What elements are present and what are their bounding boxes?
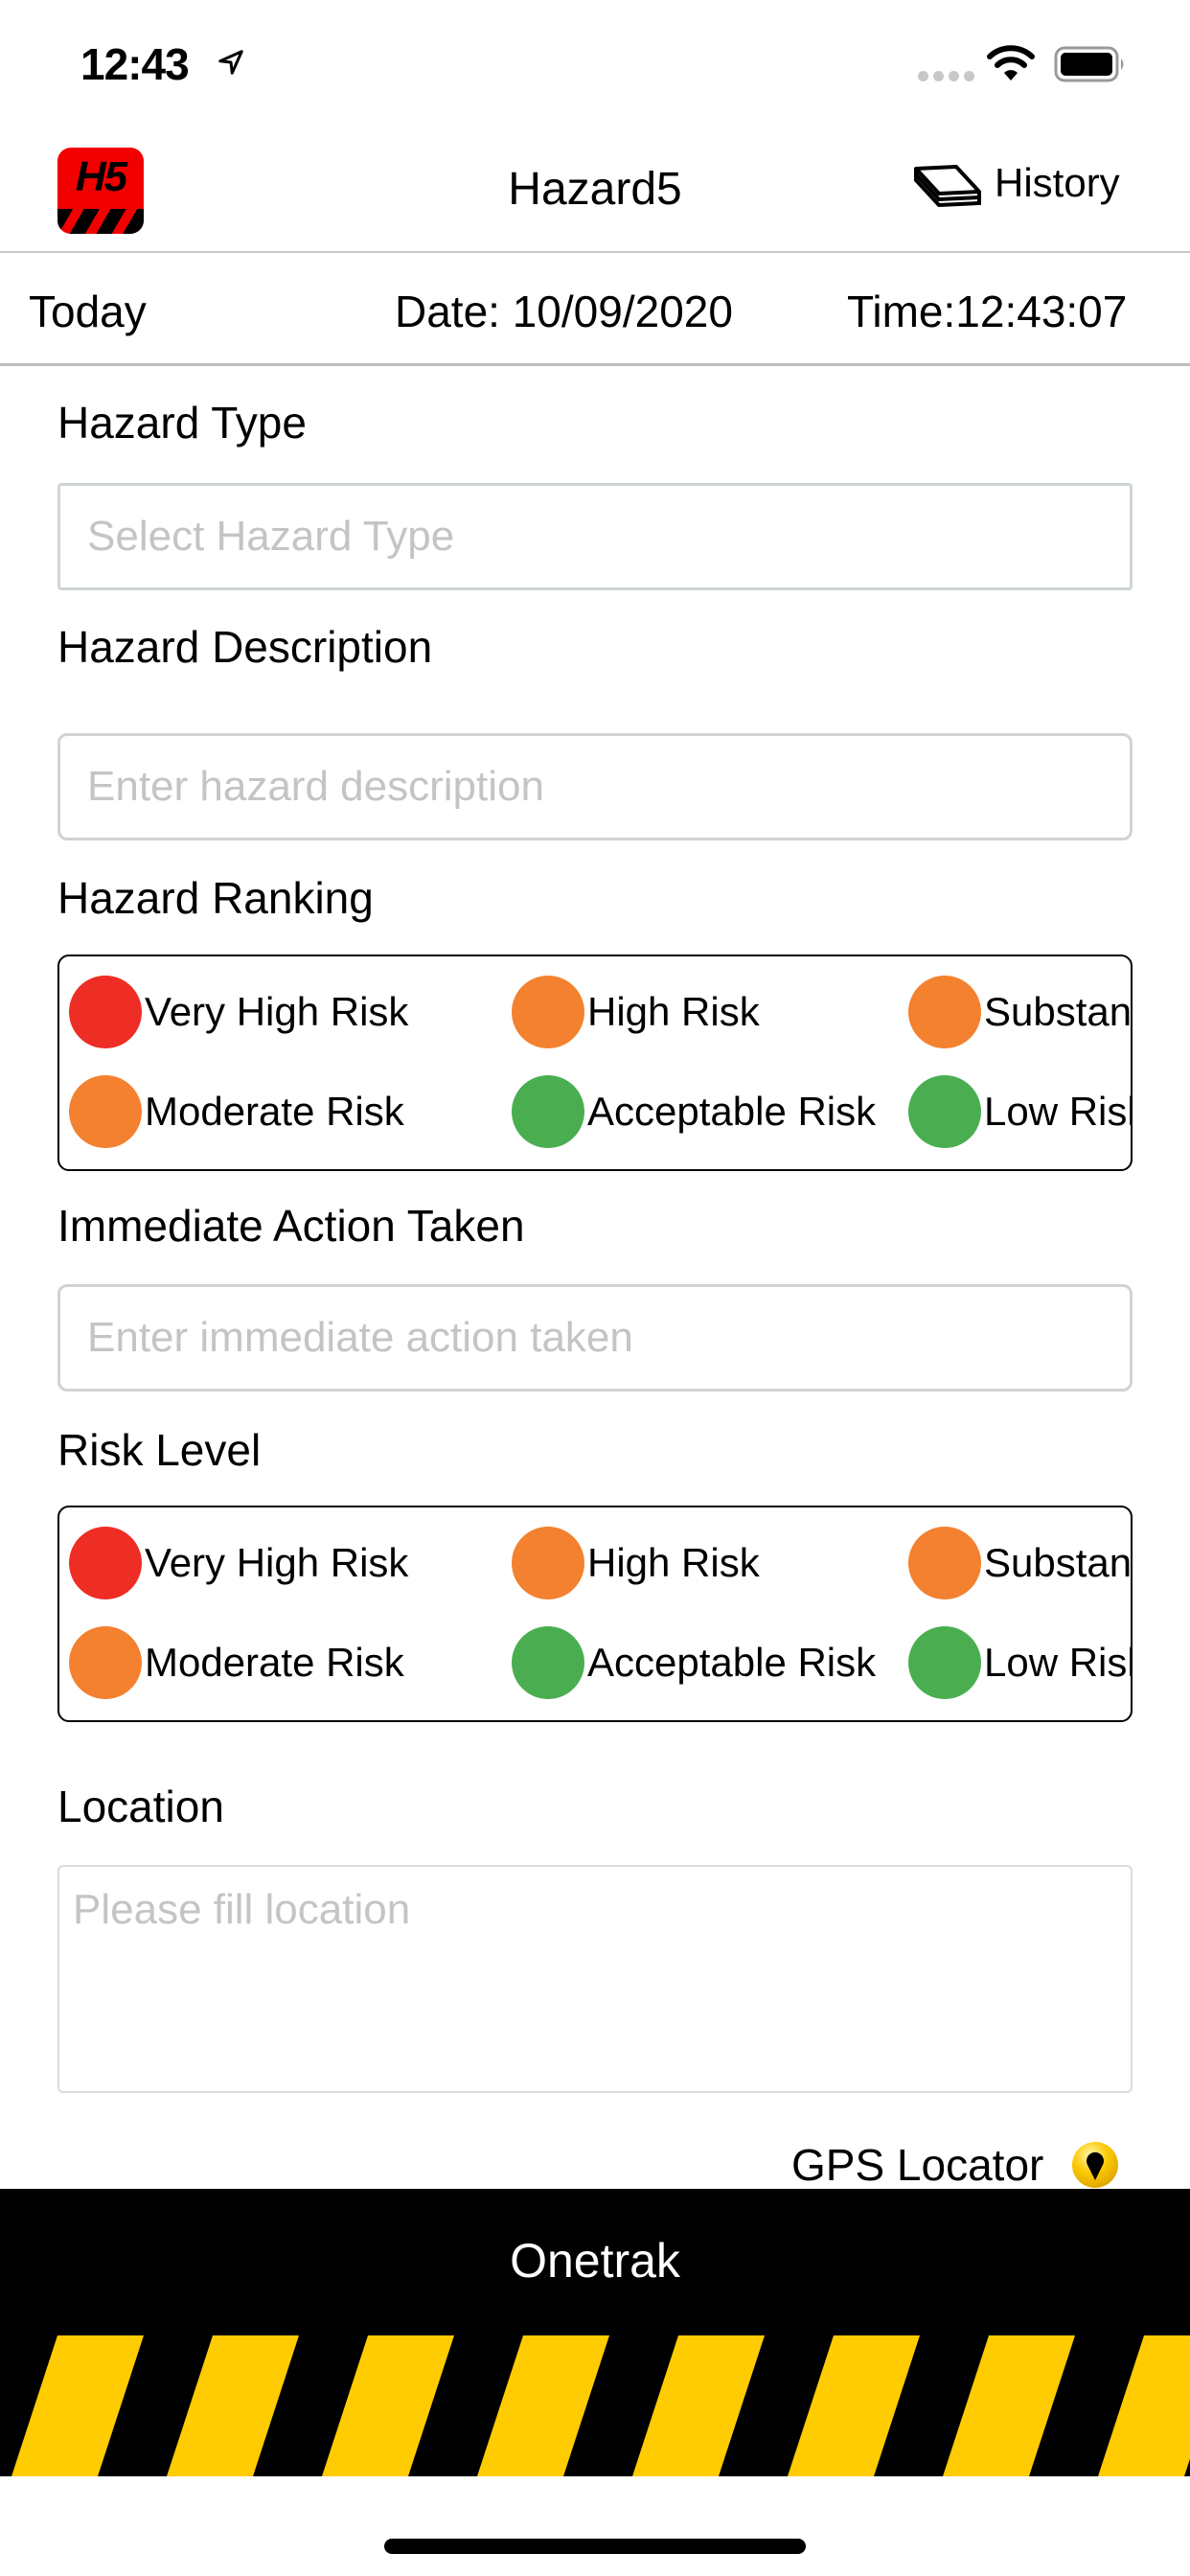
risk-dot-icon (512, 1527, 584, 1599)
time-value: Time:12:43:07 (847, 287, 1128, 336)
location-arrow-icon (218, 50, 243, 75)
hazard-ranking-option-moderate[interactable]: Moderate Risk (69, 1073, 404, 1150)
location-label: Location (57, 1782, 224, 1831)
risk-dot-icon (512, 976, 584, 1048)
risk-dot-icon (69, 976, 142, 1048)
hazard-stripes (0, 2335, 1190, 2476)
risk-dot-icon (69, 1626, 142, 1699)
option-label: Low Risk (984, 1640, 1133, 1685)
cellular-signal-icon (918, 71, 974, 81)
hazard-description-input[interactable] (57, 733, 1133, 840)
map-pin-icon (1072, 2142, 1119, 2188)
hazard-ranking-option-very-high[interactable]: Very High Risk (69, 974, 408, 1050)
hazard-ranking-option-low[interactable]: Low Risk (908, 1073, 1133, 1150)
risk-dot-icon (908, 976, 981, 1048)
risk-dot-icon (512, 1626, 584, 1699)
risk-dot-icon (908, 1075, 981, 1148)
immediate-action-input[interactable] (57, 1284, 1133, 1392)
option-label: High Risk (587, 1540, 760, 1585)
option-label: Very High Risk (145, 1540, 409, 1585)
immediate-action-label: Immediate Action Taken (57, 1201, 525, 1251)
history-label: History (995, 160, 1120, 205)
risk-level-option-acceptable[interactable]: Acceptable Risk (512, 1624, 876, 1701)
hazard-type-placeholder: Select Hazard Type (87, 513, 455, 560)
gps-locator-label: GPS Locator (791, 2140, 1044, 2190)
risk-level-option-very-high[interactable]: Very High Risk (69, 1525, 408, 1601)
option-label: Acceptable Risk (587, 1640, 877, 1685)
risk-dot-icon (908, 1527, 981, 1599)
footer-banner: Onetrak (0, 2189, 1190, 2476)
hazard-type-select[interactable]: Select Hazard Type (57, 483, 1133, 590)
wifi-icon (987, 45, 1035, 80)
hazard-ranking-options: Very High Risk High Risk Substantial Ris… (57, 954, 1133, 1171)
option-label: Low Risk (984, 1089, 1133, 1134)
gps-locator-button[interactable]: GPS Locator (791, 2139, 1120, 2191)
hazard-description-label: Hazard Description (57, 622, 433, 672)
risk-level-option-low[interactable]: Low Risk (908, 1624, 1133, 1701)
hazard-ranking-option-acceptable[interactable]: Acceptable Risk (512, 1073, 876, 1150)
book-stack-icon (914, 165, 981, 207)
risk-level-option-substantial[interactable]: Substantial Risk (908, 1525, 1133, 1601)
location-textarea[interactable] (57, 1865, 1133, 2093)
status-time: 12:43 (80, 39, 190, 89)
option-label: High Risk (587, 989, 760, 1034)
risk-dot-icon (69, 1075, 142, 1148)
home-indicator[interactable] (384, 2539, 806, 2554)
option-label: Acceptable Risk (587, 1089, 877, 1134)
risk-level-option-high[interactable]: High Risk (512, 1525, 760, 1601)
risk-dot-icon (512, 1075, 584, 1148)
option-label: Moderate Risk (145, 1640, 404, 1685)
hazard-type-label: Hazard Type (57, 398, 307, 448)
risk-level-options: Very High Risk High Risk Substantial Ris… (57, 1506, 1133, 1722)
risk-level-option-moderate[interactable]: Moderate Risk (69, 1624, 404, 1701)
status-bar: 12:43 (0, 0, 1190, 134)
hazard-ranking-option-high[interactable]: High Risk (512, 974, 760, 1050)
risk-dot-icon (69, 1527, 142, 1599)
history-button[interactable]: History (912, 159, 1120, 207)
date-value: Date: 10/09/2020 (395, 287, 733, 336)
risk-level-label: Risk Level (57, 1425, 262, 1475)
nav-header: H5 Hazard5 History (0, 134, 1190, 253)
hazard-ranking-option-substantial[interactable]: Substantial Risk (908, 974, 1133, 1050)
option-label: Very High Risk (145, 989, 409, 1034)
battery-icon (1054, 46, 1124, 82)
footer-title: Onetrak (510, 2234, 680, 2288)
risk-dot-icon (908, 1626, 981, 1699)
date-time-row: Today Date: 10/09/2020 Time:12:43:07 (0, 255, 1190, 366)
option-label: Moderate Risk (145, 1089, 404, 1134)
today-label: Today (29, 287, 147, 336)
option-label: Substantial Risk (984, 989, 1133, 1034)
hazard-ranking-label: Hazard Ranking (57, 873, 374, 923)
option-label: Substantial Risk (984, 1540, 1133, 1585)
